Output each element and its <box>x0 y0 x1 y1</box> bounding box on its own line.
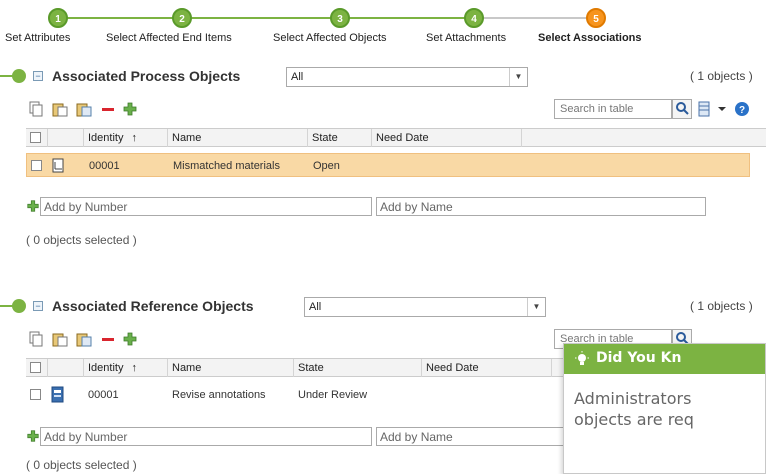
search-input[interactable]: Search in table <box>554 99 672 119</box>
wizard-step-2[interactable]: 2 <box>172 8 192 28</box>
table-row[interactable]: 00001 Mismatched materials Open <box>26 153 750 177</box>
wizard-step-5[interactable]: 5 <box>586 8 606 28</box>
tip-body-line: objects are req <box>574 410 694 429</box>
copy-icon[interactable] <box>28 101 44 117</box>
header-identity-label: Identity <box>88 362 124 374</box>
header-identity[interactable]: Identity ↑ <box>84 359 168 377</box>
header-state[interactable]: State <box>308 129 372 147</box>
row-checkbox[interactable] <box>31 160 42 171</box>
filter-value: All <box>309 301 322 313</box>
header-identity[interactable]: Identity ↑ <box>84 129 168 147</box>
section-status-dot <box>12 299 26 313</box>
header-name[interactable]: Name <box>168 359 294 377</box>
selected-count: ( 0 objects selected ) <box>26 458 137 472</box>
wizard-step-4[interactable]: 4 <box>464 8 484 28</box>
add-by-number-input[interactable]: Add by Number <box>40 197 372 216</box>
wizard-step-label[interactable]: Set Attachments <box>426 32 506 44</box>
header-need-date[interactable]: Need Date <box>422 359 552 377</box>
paste-icon[interactable] <box>52 331 68 347</box>
lightbulb-icon <box>575 351 589 365</box>
add-icon[interactable] <box>26 429 40 443</box>
tip-body: Administrators objects are req <box>574 388 765 430</box>
cell-need-date <box>422 383 426 407</box>
section-title: Associated Process Objects <box>52 68 241 84</box>
search-placeholder: Search in table <box>560 103 634 115</box>
filter-value: All <box>291 71 304 83</box>
paste-icon[interactable] <box>52 101 68 117</box>
remove-icon[interactable] <box>100 331 116 347</box>
wizard-connector <box>480 17 594 19</box>
column-view-icon[interactable] <box>696 101 712 117</box>
select-all-checkbox[interactable] <box>30 132 41 143</box>
filter-select[interactable]: All ▼ <box>304 297 546 317</box>
svg-text:?: ? <box>739 105 745 116</box>
wizard-step-1[interactable]: 1 <box>48 8 68 28</box>
chevron-down-icon: ▼ <box>509 68 527 86</box>
section-title: Associated Reference Objects <box>52 298 254 314</box>
cell-name: Mismatched materials <box>173 160 280 172</box>
cell-identity[interactable]: 00001 <box>85 154 120 178</box>
table-header: Identity ↑ Name State Need Date <box>26 129 766 147</box>
sort-ascending-icon: ↑ <box>131 362 138 374</box>
wizard-step-label[interactable]: Select Affected End Items <box>106 32 232 44</box>
add-icon[interactable] <box>122 331 138 347</box>
add-by-number-input[interactable]: Add by Number <box>40 427 372 446</box>
wizard-step-label[interactable]: Select Affected Objects <box>273 32 387 44</box>
select-all-checkbox[interactable] <box>30 362 41 373</box>
header-name[interactable]: Name <box>168 129 308 147</box>
copy-icon[interactable] <box>28 331 44 347</box>
wizard-connector <box>348 17 472 19</box>
object-count: ( 1 objects ) <box>690 299 753 313</box>
collapse-toggle-icon[interactable]: − <box>33 301 43 311</box>
cell-identity[interactable]: 00001 <box>84 383 119 407</box>
row-checkbox[interactable] <box>30 389 41 400</box>
tip-body-line: Administrators <box>574 389 692 408</box>
header-type-column <box>48 359 84 377</box>
object-count: ( 1 objects ) <box>690 69 753 83</box>
section-status-dot <box>12 69 26 83</box>
search-icon <box>676 102 689 115</box>
paste-special-icon[interactable] <box>76 331 92 347</box>
wizard-connector <box>58 17 182 19</box>
help-icon[interactable]: ? <box>734 101 750 117</box>
did-you-know-panel: Did You Kn Administrators objects are re… <box>563 343 766 474</box>
wizard-step-3[interactable]: 3 <box>330 8 350 28</box>
paste-special-icon[interactable] <box>76 101 92 117</box>
tip-header: Did You Kn <box>564 344 765 374</box>
reference-document-icon <box>51 386 64 403</box>
wizard-step-label[interactable]: Select Associations <box>538 32 642 44</box>
cell-state: Under Review <box>298 389 368 401</box>
remove-icon[interactable] <box>100 101 116 117</box>
search-button[interactable] <box>672 99 692 119</box>
add-icon[interactable] <box>122 101 138 117</box>
add-icon[interactable] <box>26 199 40 213</box>
wizard-step-label[interactable]: Set Attributes <box>5 32 70 44</box>
header-need-date[interactable]: Need Date <box>372 129 522 147</box>
add-row: Add by Number Add by Name <box>26 197 766 219</box>
process-objects-section: − Associated Process Objects All ▼ ( 1 o… <box>0 60 766 260</box>
header-select-all[interactable] <box>26 359 48 377</box>
cell-need-date <box>373 154 377 178</box>
process-table: Identity ↑ Name State Need Date 00001 Mi… <box>26 128 766 184</box>
sort-ascending-icon: ↑ <box>131 132 138 144</box>
selected-count: ( 0 objects selected ) <box>26 233 137 247</box>
add-by-name-input[interactable]: Add by Name <box>376 197 706 216</box>
header-state[interactable]: State <box>294 359 422 377</box>
cell-name: Revise annotations <box>172 389 266 401</box>
chevron-down-icon: ▼ <box>527 298 545 316</box>
header-identity-label: Identity <box>88 132 124 144</box>
collapse-toggle-icon[interactable]: − <box>33 71 43 81</box>
header-select-all[interactable] <box>26 129 48 147</box>
header-type-column <box>48 129 84 147</box>
cell-state: Open <box>313 160 340 172</box>
table-toolbar: Search in table ? <box>26 98 766 122</box>
wizard-connector <box>190 17 340 19</box>
chevron-down-icon[interactable] <box>714 101 730 117</box>
wizard-steps: 1 2 3 4 5 Set Attributes Select Affected… <box>0 0 766 48</box>
problem-report-icon <box>52 158 64 173</box>
filter-select[interactable]: All ▼ <box>286 67 528 87</box>
tip-title: Did You Kn <box>596 350 682 366</box>
